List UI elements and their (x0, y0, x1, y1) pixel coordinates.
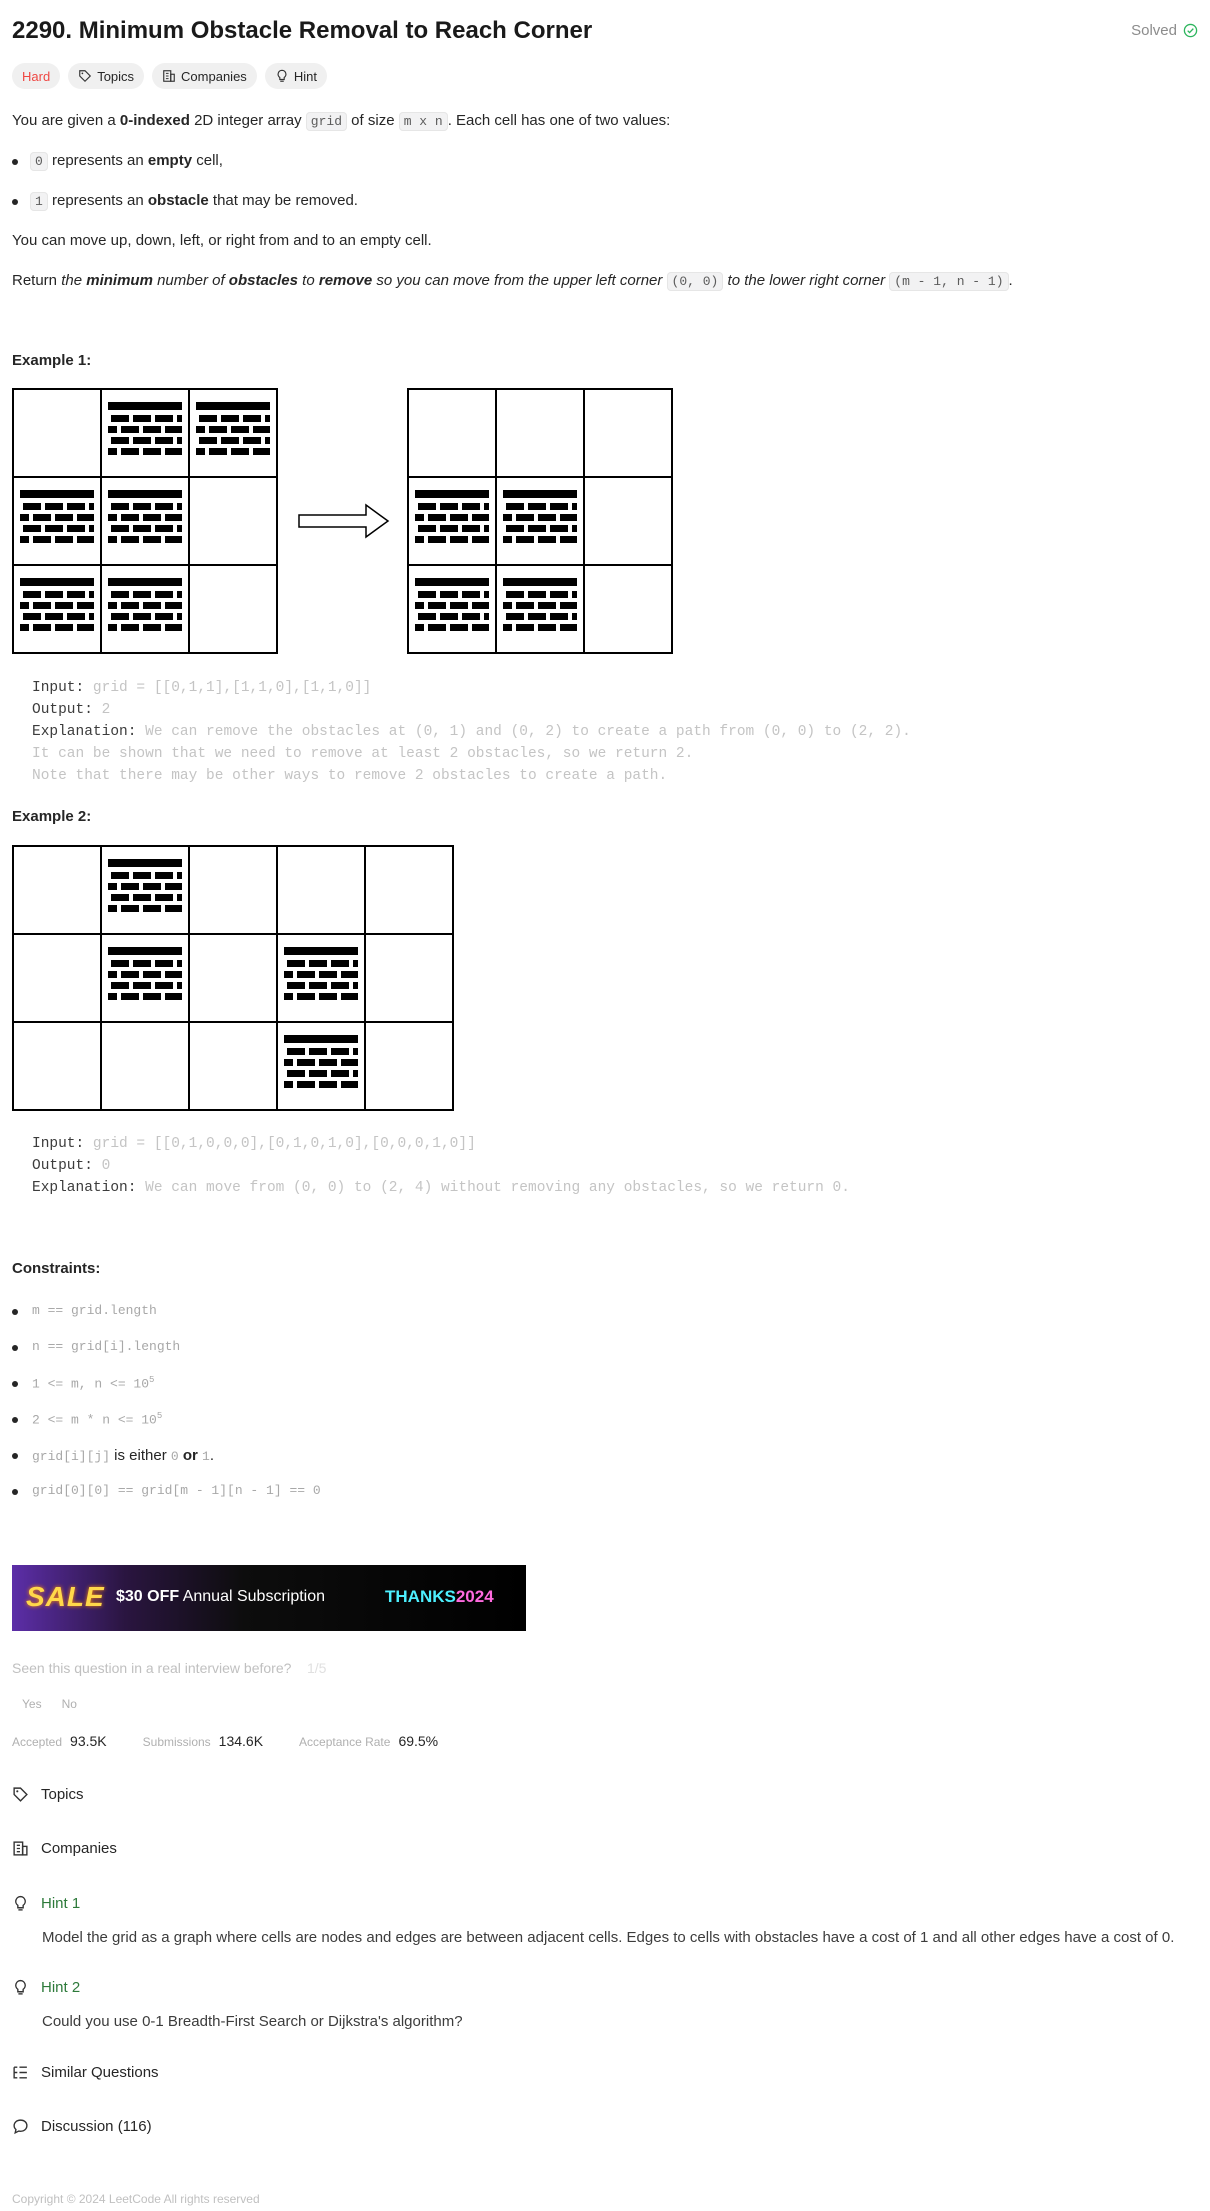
example-2-figure (12, 845, 454, 1111)
problem-title: 2290. Minimum Obstacle Removal to Reach … (12, 17, 593, 44)
tag-icon (79, 70, 92, 83)
topics-section[interactable]: Topics (12, 1786, 84, 1803)
copyright-footer: Copyright © 2024 LeetCode All rights res… (12, 2192, 260, 2206)
arrow-right-icon (298, 503, 390, 539)
submissions-label: Submissions (142, 1735, 211, 1749)
sale-logo: SALE (26, 1581, 105, 1612)
lightbulb-icon (15, 1895, 26, 1911)
constraint-item: 1 <= m, n <= 105 (12, 1375, 154, 1391)
hint-1-label: Hint 1 (41, 1895, 81, 1912)
interview-question: Seen this question in a real interview b… (12, 1660, 327, 1676)
topics-tag-button[interactable]: Topics (68, 63, 145, 89)
solved-label: Solved (1131, 22, 1177, 39)
solved-indicator: Solved (1131, 22, 1198, 39)
check-circle-icon (1183, 23, 1198, 38)
stats-row: Accepted 93.5K Submissions 134.6K Accept… (12, 1733, 474, 1749)
example-2-io: Input: grid = [[0,1,0,0,0],[0,1,0,1,0],[… (32, 1136, 850, 1196)
description-bullet-obstacle: 1 represents an obstacle that may be rem… (12, 190, 358, 213)
similar-questions-section[interactable]: Similar Questions (12, 2064, 159, 2081)
example-1-input-grid (12, 388, 278, 654)
hint-2-section[interactable]: Hint 2 (12, 1979, 80, 1996)
example-1-figure (12, 388, 673, 654)
accepted-label: Accepted (12, 1735, 63, 1749)
hint-1-section[interactable]: Hint 1 (12, 1895, 80, 1912)
promo-code: THANKS2024 (385, 1587, 494, 1606)
description-bullet-empty: 0 represents an empty cell, (12, 150, 223, 173)
hint-tag-label: Hint (293, 68, 317, 84)
lightbulb-icon (15, 1979, 26, 1995)
discussion-section[interactable]: Discussion (116) (12, 2118, 152, 2135)
building-icon (13, 1841, 28, 1856)
topics-section-label: Topics (41, 1786, 84, 1803)
example-1-io: Input: grid = [[0,1,1],[1,1,0],[1,1,0]] … (32, 680, 911, 784)
acceptance-rate-value: 69.5% (398, 1733, 439, 1749)
hint-1-body: Model the grid as a graph where cells ar… (42, 1929, 1175, 1946)
constraint-item: m == grid.length (12, 1303, 157, 1318)
constraint-item: grid[0][0] == grid[m - 1][n - 1] == 0 (12, 1483, 321, 1498)
companies-tag-label: Companies (181, 68, 247, 84)
example-2-heading: Example 2: (12, 808, 92, 825)
discussion-label: Discussion (116) (41, 2118, 152, 2135)
tag-bar: Hard Topics Companies Hint (12, 63, 327, 89)
example-1-output-grid (407, 388, 673, 654)
difficulty-badge: Hard (12, 63, 61, 89)
accepted-value: 93.5K (70, 1733, 107, 1749)
description-paragraph-3: Return the minimum number of obstacles t… (12, 272, 1013, 291)
constraint-item: grid[i][j] is either 0 or 1. (12, 1447, 214, 1464)
lightbulb-icon (277, 69, 287, 82)
description-paragraph-1: You are given a 0-indexed 2D integer arr… (12, 112, 671, 131)
yes-button[interactable]: Yes (12, 1695, 52, 1713)
description-paragraph-2: You can move up, down, left, or right fr… (12, 232, 432, 249)
sale-banner[interactable]: SALE $30 OFF Annual Subscription THANKS2… (12, 1565, 526, 1631)
title-row: 2290. Minimum Obstacle Removal to Reach … (12, 14, 1198, 48)
companies-section-label: Companies (41, 1840, 117, 1857)
hint-2-body: Could you use 0-1 Breadth-First Search o… (42, 2013, 463, 2030)
submissions-value: 134.6K (218, 1733, 264, 1749)
companies-tag-button[interactable]: Companies (152, 63, 257, 89)
interview-answers: Yes No (12, 1695, 87, 1713)
example-1-heading: Example 1: (12, 352, 92, 369)
constraint-item: 2 <= m * n <= 105 (12, 1411, 162, 1427)
companies-section[interactable]: Companies (12, 1840, 117, 1857)
tag-icon (13, 1787, 28, 1802)
example-2-grid (12, 845, 454, 1111)
acceptance-rate-label: Acceptance Rate (299, 1735, 391, 1749)
hint-2-label: Hint 2 (41, 1979, 81, 1996)
hint-tag-button[interactable]: Hint (264, 63, 327, 89)
no-button[interactable]: No (52, 1695, 87, 1713)
list-icon (13, 2066, 27, 2079)
building-icon (163, 70, 175, 82)
similar-questions-label: Similar Questions (41, 2064, 159, 2081)
chat-bubble-icon (13, 2119, 28, 2135)
topics-tag-label: Topics (97, 68, 135, 84)
constraints-heading: Constraints: (12, 1260, 101, 1277)
constraint-item: n == grid[i].length (12, 1339, 180, 1354)
banner-offer: $30 OFF Annual Subscription (116, 1588, 326, 1605)
